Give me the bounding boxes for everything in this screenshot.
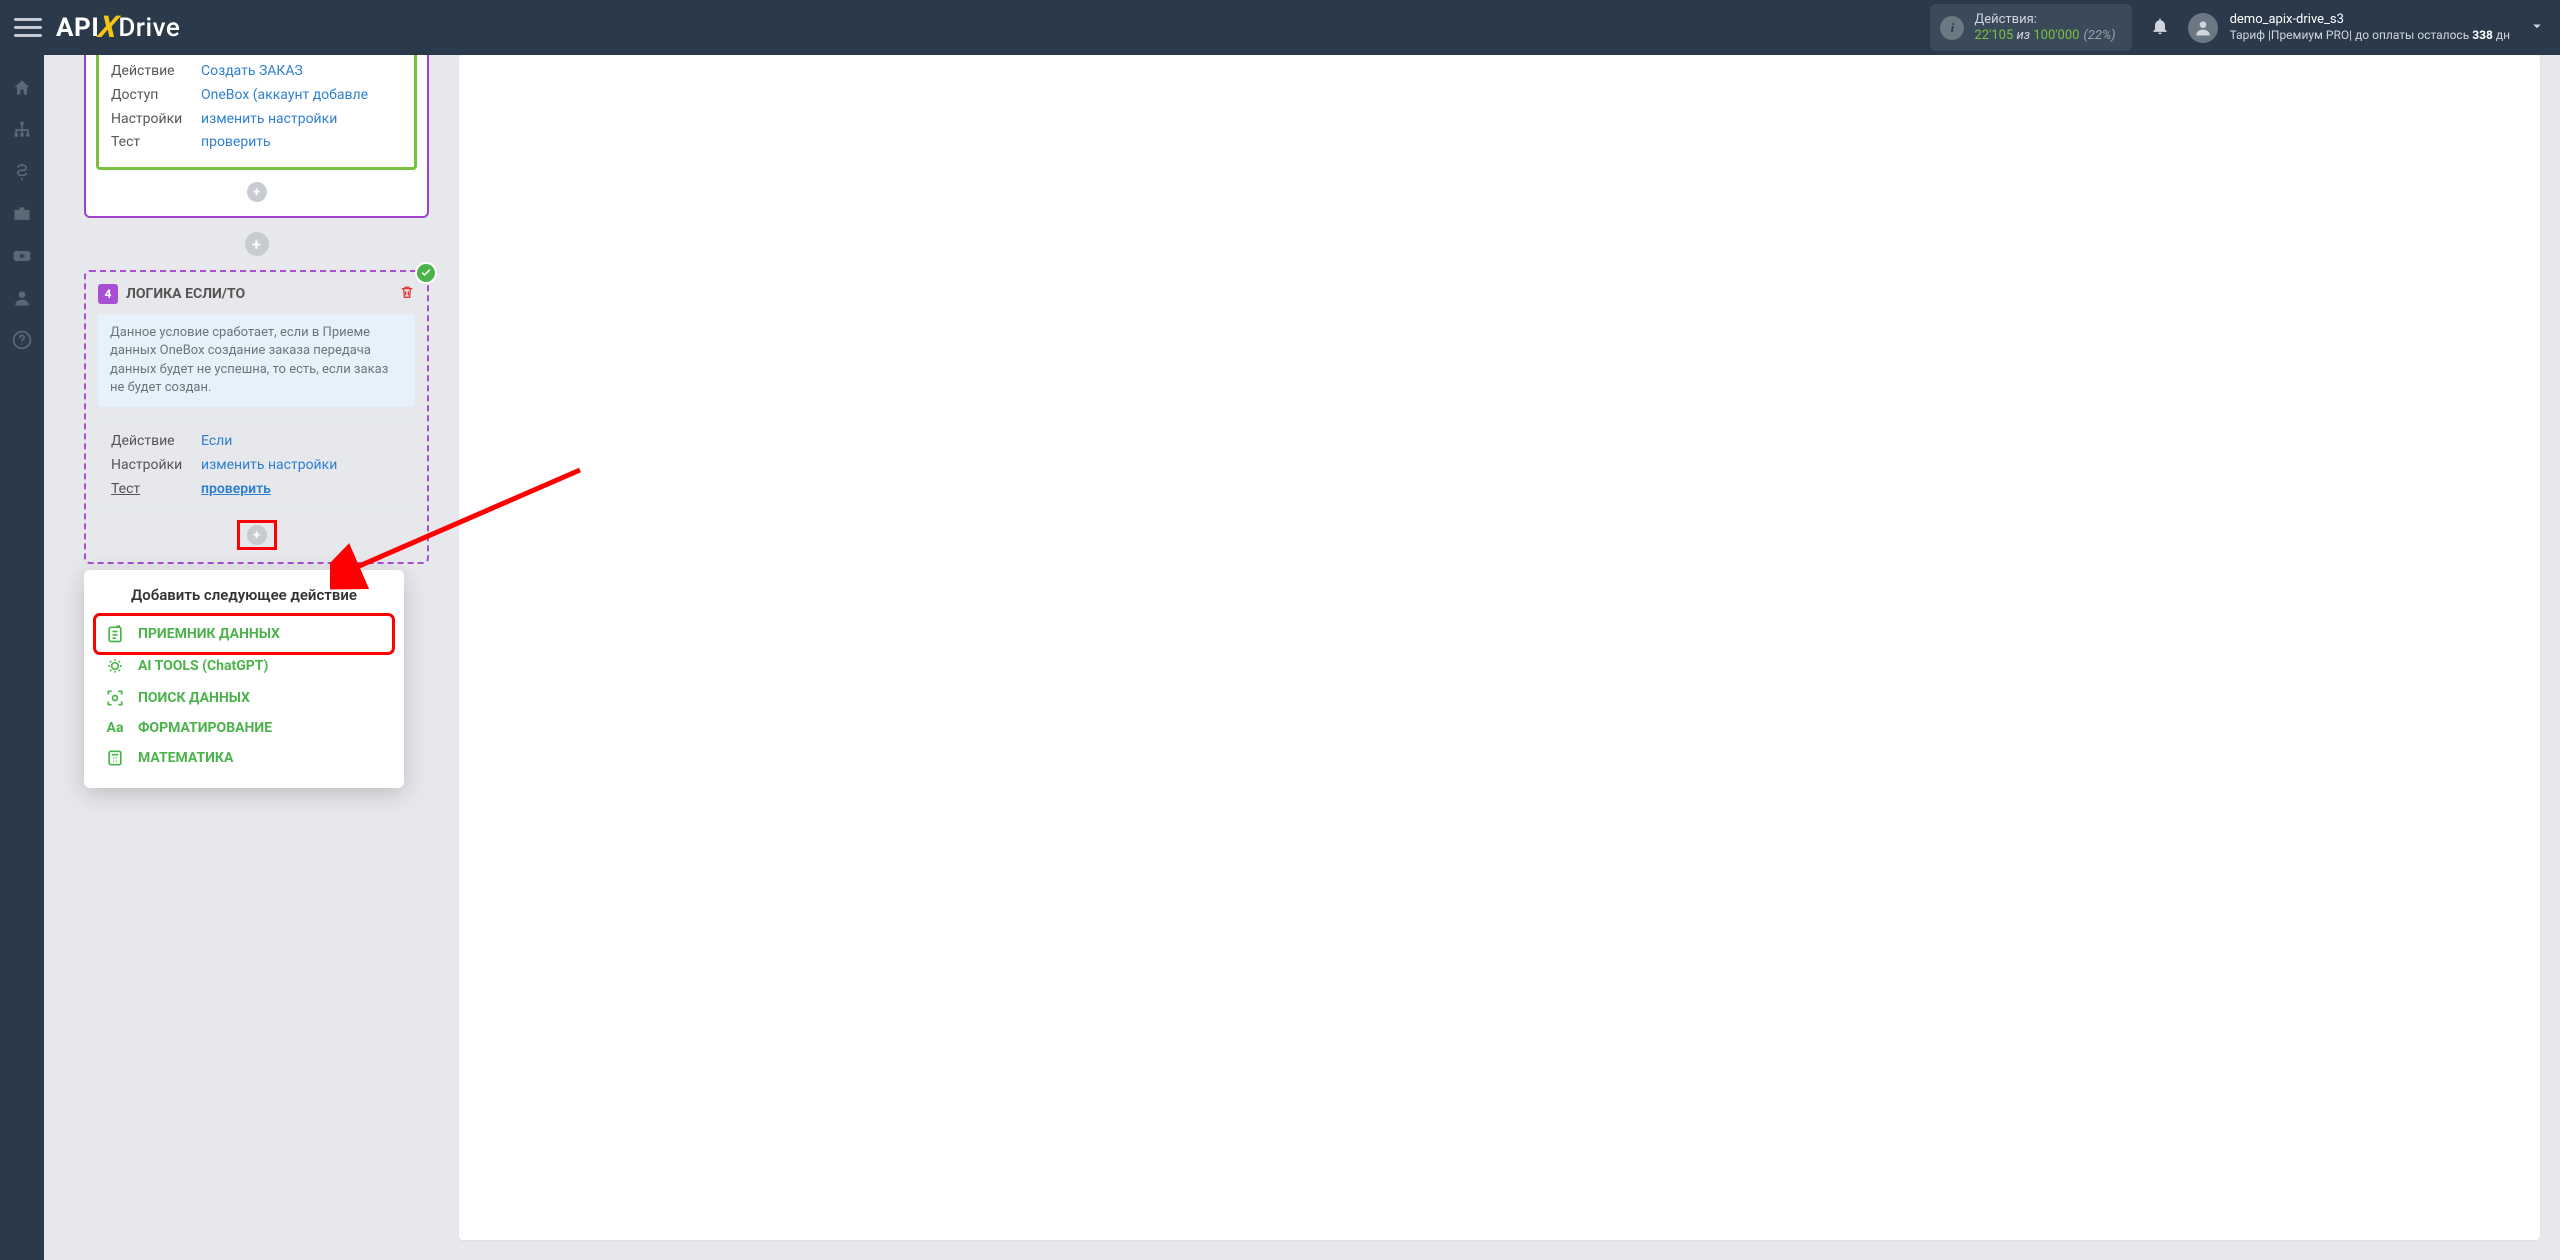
popup-title: Добавить следующее действие	[98, 586, 390, 604]
add-step-between[interactable]: +	[245, 232, 269, 256]
actions-label: Действия:	[1974, 12, 2115, 28]
table-row: ДействиеСоздать ЗАКАЗ	[111, 60, 402, 84]
user-name: demo_apix-drive_s3	[2230, 12, 2510, 28]
popup-item-format[interactable]: Aa ФОРМАТИРОВАНИЕ	[98, 714, 390, 742]
user-tariff: Тариф |Премиум PRO| до оплаты осталось 3…	[2230, 28, 2510, 43]
link[interactable]: проверить	[201, 478, 271, 502]
flow-column: ДействиеСоздать ЗАКАЗ ДоступOneBox (акка…	[84, 55, 429, 1240]
calc-icon	[104, 748, 126, 768]
actions-numbers: 22'105 из 100'000(22%)	[1974, 28, 2115, 44]
nav-billing[interactable]	[0, 151, 44, 193]
main: ДействиеСоздать ЗАКАЗ ДоступOneBox (акка…	[44, 55, 2560, 1260]
link[interactable]: Создать ЗАКАЗ	[201, 60, 303, 84]
user-block[interactable]: demo_apix-drive_s3 Тариф |Премиум PRO| д…	[2188, 12, 2510, 43]
popup-item-ai[interactable]: AI TOOLS (ChatGPT)	[98, 650, 390, 682]
table-row: ДействиеЕсли	[111, 430, 402, 454]
table-row: Настройкиизменить настройки	[111, 108, 402, 132]
logic-card: 4 ЛОГИКА ЕСЛИ/ТО Данное условие сработае…	[84, 270, 429, 564]
add-step-highlight: +	[239, 522, 275, 548]
chevron-down-icon[interactable]	[2528, 17, 2546, 39]
info-icon: i	[1940, 16, 1964, 40]
nav-account[interactable]	[0, 277, 44, 319]
add-step-icon[interactable]: +	[247, 525, 267, 545]
link[interactable]: Если	[201, 430, 232, 454]
menu-toggle[interactable]	[14, 14, 42, 42]
left-rail	[0, 55, 44, 1260]
logic-header: 4 ЛОГИКА ЕСЛИ/ТО	[98, 284, 415, 304]
topbar: API X Drive i Действия: 22'105 из 100'00…	[0, 0, 2560, 55]
link[interactable]: проверить	[201, 131, 271, 155]
popup-item-search[interactable]: ПОИСК ДАННЫХ	[98, 682, 390, 714]
link[interactable]: изменить настройки	[201, 454, 337, 478]
nav-connections[interactable]	[0, 109, 44, 151]
link[interactable]: OneBox (аккаунт добавле	[201, 84, 368, 108]
actions-counter[interactable]: i Действия: 22'105 из 100'000(22%)	[1930, 4, 2131, 51]
scan-icon	[104, 688, 126, 708]
popup-item-receiver[interactable]: ПРИЕМНИК ДАННЫХ	[98, 618, 390, 650]
step-number: 4	[98, 284, 118, 304]
nav-video[interactable]	[0, 235, 44, 277]
logic-settings: ДействиеЕсли Настройкиизменить настройки…	[98, 419, 415, 512]
add-action-popup: Добавить следующее действие ПРИЕМНИК ДАН…	[84, 570, 404, 788]
avatar-icon	[2188, 13, 2218, 43]
table-row: Тестпроверить	[111, 478, 402, 502]
format-icon: Aa	[104, 720, 126, 736]
table-row: ДоступOneBox (аккаунт добавле	[111, 84, 402, 108]
doc-plus-icon	[104, 624, 126, 644]
logo-api: API	[56, 13, 99, 43]
nav-home[interactable]	[0, 67, 44, 109]
step-card-prev-inner: ДействиеСоздать ЗАКАЗ ДоступOneBox (акка…	[96, 55, 417, 170]
nav-help[interactable]	[0, 319, 44, 361]
table-row: Настройкиизменить настройки	[111, 454, 402, 478]
link[interactable]: изменить настройки	[201, 108, 337, 132]
bell-icon[interactable]	[2150, 16, 2170, 40]
content-panel	[459, 55, 2540, 1240]
popup-item-math[interactable]: МАТЕМАТИКА	[98, 742, 390, 774]
nav-briefcase[interactable]	[0, 193, 44, 235]
check-icon	[415, 262, 437, 284]
logic-description: Данное условие сработает, если в Приеме …	[98, 314, 415, 407]
brain-icon	[104, 656, 126, 676]
trash-icon[interactable]	[399, 284, 415, 304]
table-row: Тестпроверить	[111, 131, 402, 155]
add-step-icon[interactable]: +	[247, 182, 267, 202]
logo[interactable]: API X Drive	[56, 10, 180, 45]
step-card-prev: ДействиеСоздать ЗАКАЗ ДоступOneBox (акка…	[84, 55, 429, 218]
logo-drive: Drive	[118, 13, 180, 43]
logic-title: ЛОГИКА ЕСЛИ/ТО	[126, 286, 245, 302]
